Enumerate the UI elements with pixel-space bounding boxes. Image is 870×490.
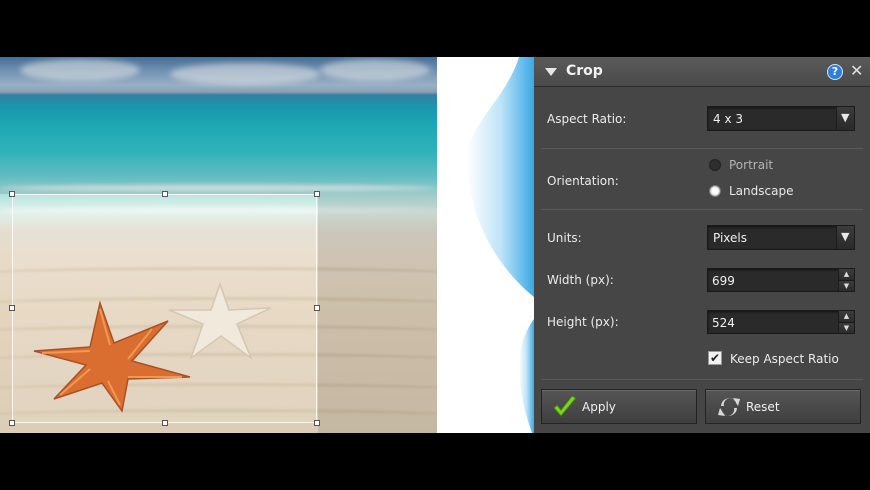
units-label: Units: [547,231,582,245]
chevron-down-icon: ▼ [841,230,850,243]
refresh-icon [718,398,740,416]
landscape-radio[interactable] [709,185,721,197]
aspect-ratio-select[interactable]: 4 x 3 ▼ [707,106,855,131]
crop-handle-top-left[interactable] [9,191,15,197]
triangle-down-icon[interactable] [545,68,557,76]
divider [541,209,863,210]
width-label: Width (px): [547,273,614,287]
crop-handle-left[interactable] [9,305,15,311]
crop-selection[interactable] [9,191,320,426]
width-stepper[interactable]: ▲ ▼ [707,268,855,292]
crop-handle-top-right[interactable] [314,191,320,197]
crop-handle-bottom-right[interactable] [314,420,320,426]
landscape-radio-label: Landscape [729,184,794,198]
close-icon[interactable]: ✕ [850,61,863,80]
crop-panel: Crop ? ✕ Aspect Ratio: 4 x 3 ▼ Orientati… [534,57,870,433]
width-input[interactable] [712,273,832,288]
reset-button-label: Reset [746,400,780,414]
height-input[interactable] [712,315,832,330]
crop-handle-top[interactable] [162,191,168,197]
divider [541,379,863,380]
spin-up-icon[interactable]: ▲ [838,269,854,280]
dropdown-button[interactable]: ▼ [836,226,854,249]
crop-handle-right[interactable] [314,305,320,311]
spin-down-icon[interactable]: ▼ [838,322,854,333]
keep-aspect-checkbox[interactable]: ✔ [708,351,722,365]
crop-shade [0,57,318,194]
keep-aspect-label: Keep Aspect Ratio [730,352,839,366]
portrait-radio[interactable] [709,159,721,171]
crop-shade [318,57,437,433]
panel-title: Crop [566,63,603,79]
crop-handle-bottom-left[interactable] [9,420,15,426]
units-select[interactable]: Pixels ▼ [707,225,855,250]
divider [541,148,863,149]
photo-canvas[interactable] [0,57,437,433]
panel-header: Crop ? ✕ [534,57,870,87]
dropdown-button[interactable]: ▼ [836,107,854,130]
units-value: Pixels [713,231,748,245]
decorative-swoosh [437,57,534,433]
checkmark-icon [553,395,577,417]
chevron-down-icon: ▼ [841,111,850,124]
orientation-label: Orientation: [547,174,619,188]
apply-button[interactable]: Apply [541,389,697,424]
height-stepper[interactable]: ▲ ▼ [707,310,855,334]
crop-handle-bottom[interactable] [162,420,168,426]
portrait-radio-label: Portrait [729,158,774,172]
apply-button-label: Apply [582,400,616,414]
help-icon[interactable]: ? [827,64,843,80]
reset-button[interactable]: Reset [705,389,861,424]
height-label: Height (px): [547,315,619,329]
aspect-ratio-value: 4 x 3 [713,112,743,126]
aspect-ratio-label: Aspect Ratio: [547,112,627,126]
spin-up-icon[interactable]: ▲ [838,311,854,322]
spin-down-icon[interactable]: ▼ [838,280,854,291]
